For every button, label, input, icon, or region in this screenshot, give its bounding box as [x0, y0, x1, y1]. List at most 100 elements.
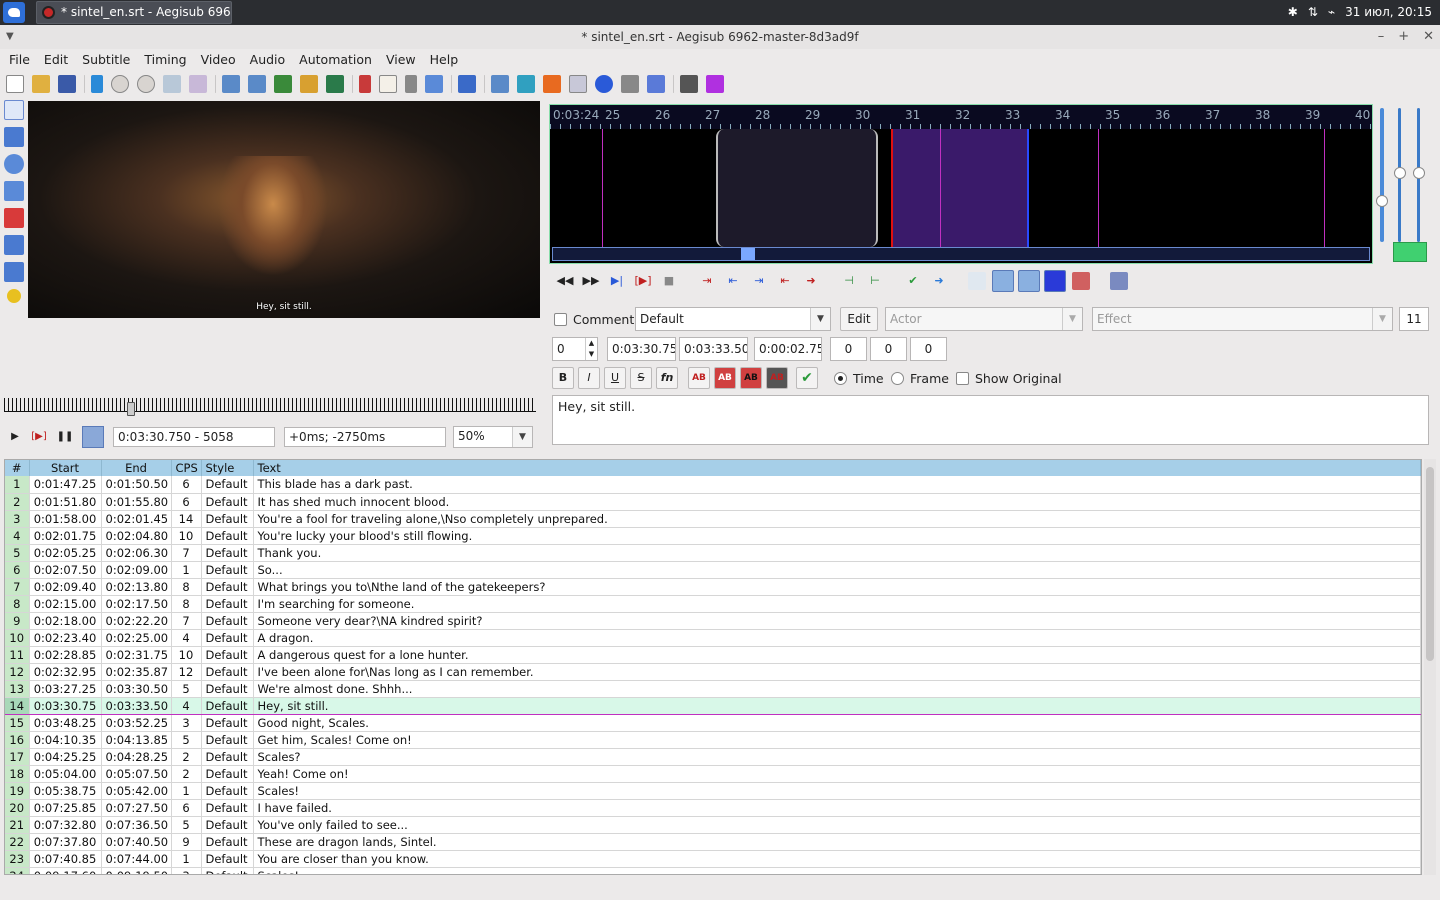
- help-icon[interactable]: [7, 289, 21, 303]
- play-first-500-icon[interactable]: ⇤: [724, 272, 742, 290]
- resolution-icon[interactable]: [621, 75, 639, 93]
- primary-color-button[interactable]: AB: [688, 367, 710, 389]
- prev-line-icon[interactable]: ◀◀: [556, 272, 574, 290]
- subtitle-row[interactable]: 13 0:03:27.25 0:03:30.50 5 Default We're almo…: [5, 680, 1421, 698]
- time-radio[interactable]: [834, 372, 847, 385]
- col-header-style[interactable]: Style: [201, 460, 254, 476]
- subtitle-row[interactable]: 10 0:02:23.40 0:02:25.00 4 Default A dragon.: [5, 629, 1421, 647]
- subtitle-row[interactable]: 8 0:02:15.00 0:02:17.50 8 Default I'm searchi…: [5, 595, 1421, 613]
- clock[interactable]: 31 июл, 20:15: [1345, 0, 1432, 25]
- check-icon[interactable]: [647, 75, 665, 93]
- automation-icon[interactable]: [458, 75, 476, 93]
- subtitle-row[interactable]: 3 0:01:58.00 0:02:01.45 14 Default You're a f…: [5, 510, 1421, 528]
- subtitle-row[interactable]: 17 0:04:25.25 0:04:28.25 2 Default Scales?: [5, 748, 1421, 766]
- play-line-icon[interactable]: [▶]: [30, 428, 48, 446]
- audio-display[interactable]: 0:03:24 25 26 27 28 29 30 31 32 33 34 35…: [549, 104, 1373, 264]
- styles-manager-icon[interactable]: [300, 75, 318, 93]
- options-icon[interactable]: [680, 75, 698, 93]
- frame-radio[interactable]: [891, 372, 904, 385]
- subtitle-row[interactable]: 2 0:01:51.80 0:01:55.80 6 Default It has shed…: [5, 493, 1421, 511]
- network-icon[interactable]: ⇅: [1308, 0, 1318, 25]
- shadow-color-button[interactable]: AB: [766, 367, 788, 389]
- new-file-icon[interactable]: [6, 75, 24, 93]
- find-replace-icon[interactable]: [189, 75, 207, 93]
- menu-subtitle[interactable]: Subtitle: [77, 49, 135, 71]
- subtitle-row[interactable]: 4 0:02:01.75 0:02:04.80 10 Default You're luc…: [5, 527, 1421, 545]
- pause-icon[interactable]: ❚❚: [56, 428, 74, 446]
- spectrum-mode-icon[interactable]: [1044, 270, 1066, 292]
- duration-field[interactable]: 0:00:02.75: [754, 337, 822, 361]
- visual-typeset-icon[interactable]: [569, 75, 587, 93]
- underline-button[interactable]: U: [604, 367, 626, 389]
- col-header-end[interactable]: End: [101, 460, 172, 476]
- play-selection-icon[interactable]: ▶|: [608, 272, 626, 290]
- rotate-z-icon[interactable]: [4, 154, 24, 174]
- attachments-icon[interactable]: [222, 75, 240, 93]
- set-end-icon[interactable]: ⊢: [866, 272, 884, 290]
- subtitle-row[interactable]: 9 0:02:18.00 0:02:22.20 7 Default Someone ver…: [5, 612, 1421, 630]
- slider-knob[interactable]: [1394, 167, 1406, 179]
- menu-help[interactable]: Help: [425, 49, 464, 71]
- window-menu-icon[interactable]: ▼: [6, 25, 14, 49]
- col-header-cps[interactable]: CPS: [171, 460, 202, 476]
- margin-vertical-field[interactable]: 0: [910, 337, 947, 361]
- actor-combo[interactable]: Actor ▼: [885, 307, 1083, 331]
- maximize-icon[interactable]: +: [1398, 25, 1409, 49]
- subtitle-row[interactable]: 21 0:07:32.80 0:07:36.50 5 Default You've onl…: [5, 816, 1421, 834]
- subtitle-text-input[interactable]: Hey, sit still.: [552, 395, 1429, 445]
- italic-button[interactable]: I: [578, 367, 600, 389]
- stop-icon[interactable]: ■: [660, 272, 678, 290]
- menu-audio[interactable]: Audio: [245, 49, 291, 71]
- menu-view[interactable]: View: [381, 49, 421, 71]
- zoom-out-icon[interactable]: [137, 75, 155, 93]
- menu-automation[interactable]: Automation: [294, 49, 377, 71]
- attach-icon[interactable]: [405, 75, 417, 93]
- autoscroll-toggle-icon[interactable]: [82, 426, 104, 448]
- audio-options-icon[interactable]: [1110, 272, 1128, 290]
- chevron-down-icon[interactable]: ▼: [512, 427, 532, 447]
- clipboard-icon[interactable]: [379, 75, 397, 93]
- subtitle-row[interactable]: 19 0:05:38.75 0:05:42.00 1 Default Scales!: [5, 782, 1421, 800]
- resample-icon[interactable]: [326, 75, 344, 93]
- start-time-field[interactable]: 0:03:30.75: [607, 337, 676, 361]
- auto-next-icon[interactable]: [968, 272, 986, 290]
- set-start-icon[interactable]: ⊣: [840, 272, 858, 290]
- menu-edit[interactable]: Edit: [39, 49, 73, 71]
- audio-zoom-slider[interactable]: [1380, 108, 1384, 242]
- bluetooth-icon[interactable]: ✱: [1288, 0, 1298, 25]
- margin-right-field[interactable]: 0: [870, 337, 907, 361]
- standard-tool-icon[interactable]: [4, 100, 24, 120]
- col-header-text[interactable]: Text: [253, 460, 1421, 476]
- play-line-audio-icon[interactable]: [▶]: [634, 272, 652, 290]
- subtitle-row[interactable]: 11 0:02:28.85 0:02:31.75 10 Default A dangero…: [5, 646, 1421, 664]
- slider-knob[interactable]: [1413, 167, 1425, 179]
- comment-checkbox[interactable]: [554, 313, 567, 326]
- grid-scrollbar[interactable]: [1424, 459, 1436, 875]
- audio-scroll-thumb[interactable]: [741, 248, 755, 260]
- seek-thumb[interactable]: [127, 402, 135, 416]
- subtitles-grid[interactable]: # Start End CPS Style Text 1 0:01:47.25 0:…: [4, 459, 1422, 875]
- shift-times-icon[interactable]: [491, 75, 509, 93]
- video-seek-slider[interactable]: [4, 398, 536, 416]
- edit-style-button[interactable]: Edit: [840, 307, 878, 331]
- minimize-icon[interactable]: –: [1378, 25, 1385, 49]
- subtitle-row[interactable]: 20 0:07:25.85 0:07:27.50 6 Default I have fai…: [5, 799, 1421, 817]
- subtitle-row[interactable]: 5 0:02:05.25 0:02:06.30 7 Default Thank you.: [5, 544, 1421, 562]
- subtitle-row[interactable]: 23 0:07:40.85 0:07:44.00 1 Default You are cl…: [5, 850, 1421, 868]
- play-before-icon[interactable]: ⇥: [698, 272, 716, 290]
- fonts-collector-icon[interactable]: [248, 75, 266, 93]
- active-line-selection[interactable]: [891, 129, 1029, 247]
- col-header-number[interactable]: #: [5, 460, 30, 476]
- slider-knob[interactable]: [1376, 195, 1388, 207]
- chevron-down-icon[interactable]: ▼: [810, 308, 830, 330]
- subtitle-row[interactable]: 18 0:05:04.00 0:05:07.50 2 Default Yeah! Come…: [5, 765, 1421, 783]
- inactive-line-region[interactable]: [716, 129, 878, 247]
- translation-icon[interactable]: [425, 75, 443, 93]
- subtitle-row[interactable]: 6 0:02:07.50 0:02:09.00 1 Default So...: [5, 561, 1421, 579]
- play-icon[interactable]: ▶: [6, 428, 24, 446]
- commit-check-button[interactable]: ✔: [796, 367, 818, 389]
- menu-timing[interactable]: Timing: [139, 49, 191, 71]
- go-to-next-icon[interactable]: ➜: [930, 272, 948, 290]
- chevron-down-icon[interactable]: ▼: [1062, 308, 1082, 330]
- macro-icon[interactable]: [706, 75, 724, 93]
